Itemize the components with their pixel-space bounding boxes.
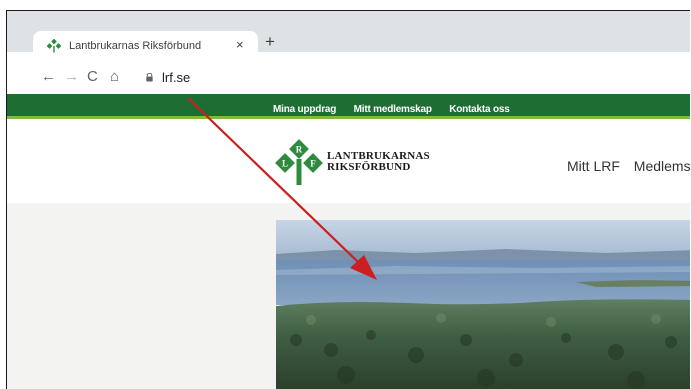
lrf-logo-icon[interactable]: R L F [275, 139, 323, 187]
lrf-clover-icon [47, 39, 61, 53]
browser-toolbar: ← → C ⌂ lrf.se [7, 62, 690, 94]
browser-tab-strip: Lantbrukarnas Riksförbund × + [7, 11, 690, 62]
home-icon[interactable]: ⌂ [110, 68, 119, 86]
top-link-mitt-medlemskap[interactable]: Mitt medlemskap [354, 104, 432, 115]
reload-icon[interactable]: C [87, 68, 98, 86]
logo-wordmark[interactable]: LANTBRUKARNAS RIKSFÖRBUND [327, 151, 430, 173]
back-arrow-icon[interactable]: ← [41, 68, 56, 86]
page-body [7, 203, 690, 389]
logo-line-2: RIKSFÖRBUND [327, 161, 411, 173]
site-top-bar: Mina uppdrag Mitt medlemskap Kontakta os… [7, 94, 690, 119]
nav-item-medlemskap[interactable]: Medlems [634, 158, 690, 174]
site-header: R L F LANTBRUKARNAS RIKSFÖRBUND Mitt LRF… [7, 119, 690, 203]
nav-item-mitt-lrf[interactable]: Mitt LRF [567, 158, 620, 174]
close-tab-icon[interactable]: × [236, 37, 244, 52]
browser-tab[interactable]: Lantbrukarnas Riksförbund × [33, 31, 258, 62]
address-bar-url[interactable]: lrf.se [162, 70, 190, 85]
screenshot-frame: Lantbrukarnas Riksförbund × + ← → C ⌂ lr… [6, 10, 690, 389]
new-tab-icon[interactable]: + [265, 33, 275, 50]
main-nav: Mitt LRF Medlems [567, 158, 690, 174]
forward-arrow-icon[interactable]: → [64, 68, 79, 86]
svg-text:L: L [282, 159, 288, 169]
top-link-kontakta-oss[interactable]: Kontakta oss [449, 104, 510, 115]
top-link-mina-uppdrag[interactable]: Mina uppdrag [273, 104, 336, 115]
tab-title: Lantbrukarnas Riksförbund [69, 40, 202, 52]
top-links: Mina uppdrag Mitt medlemskap Kontakta os… [273, 99, 523, 117]
svg-text:F: F [310, 159, 316, 169]
lock-icon[interactable] [145, 73, 154, 82]
svg-text:R: R [296, 145, 303, 155]
hero-landscape-image [276, 220, 690, 389]
